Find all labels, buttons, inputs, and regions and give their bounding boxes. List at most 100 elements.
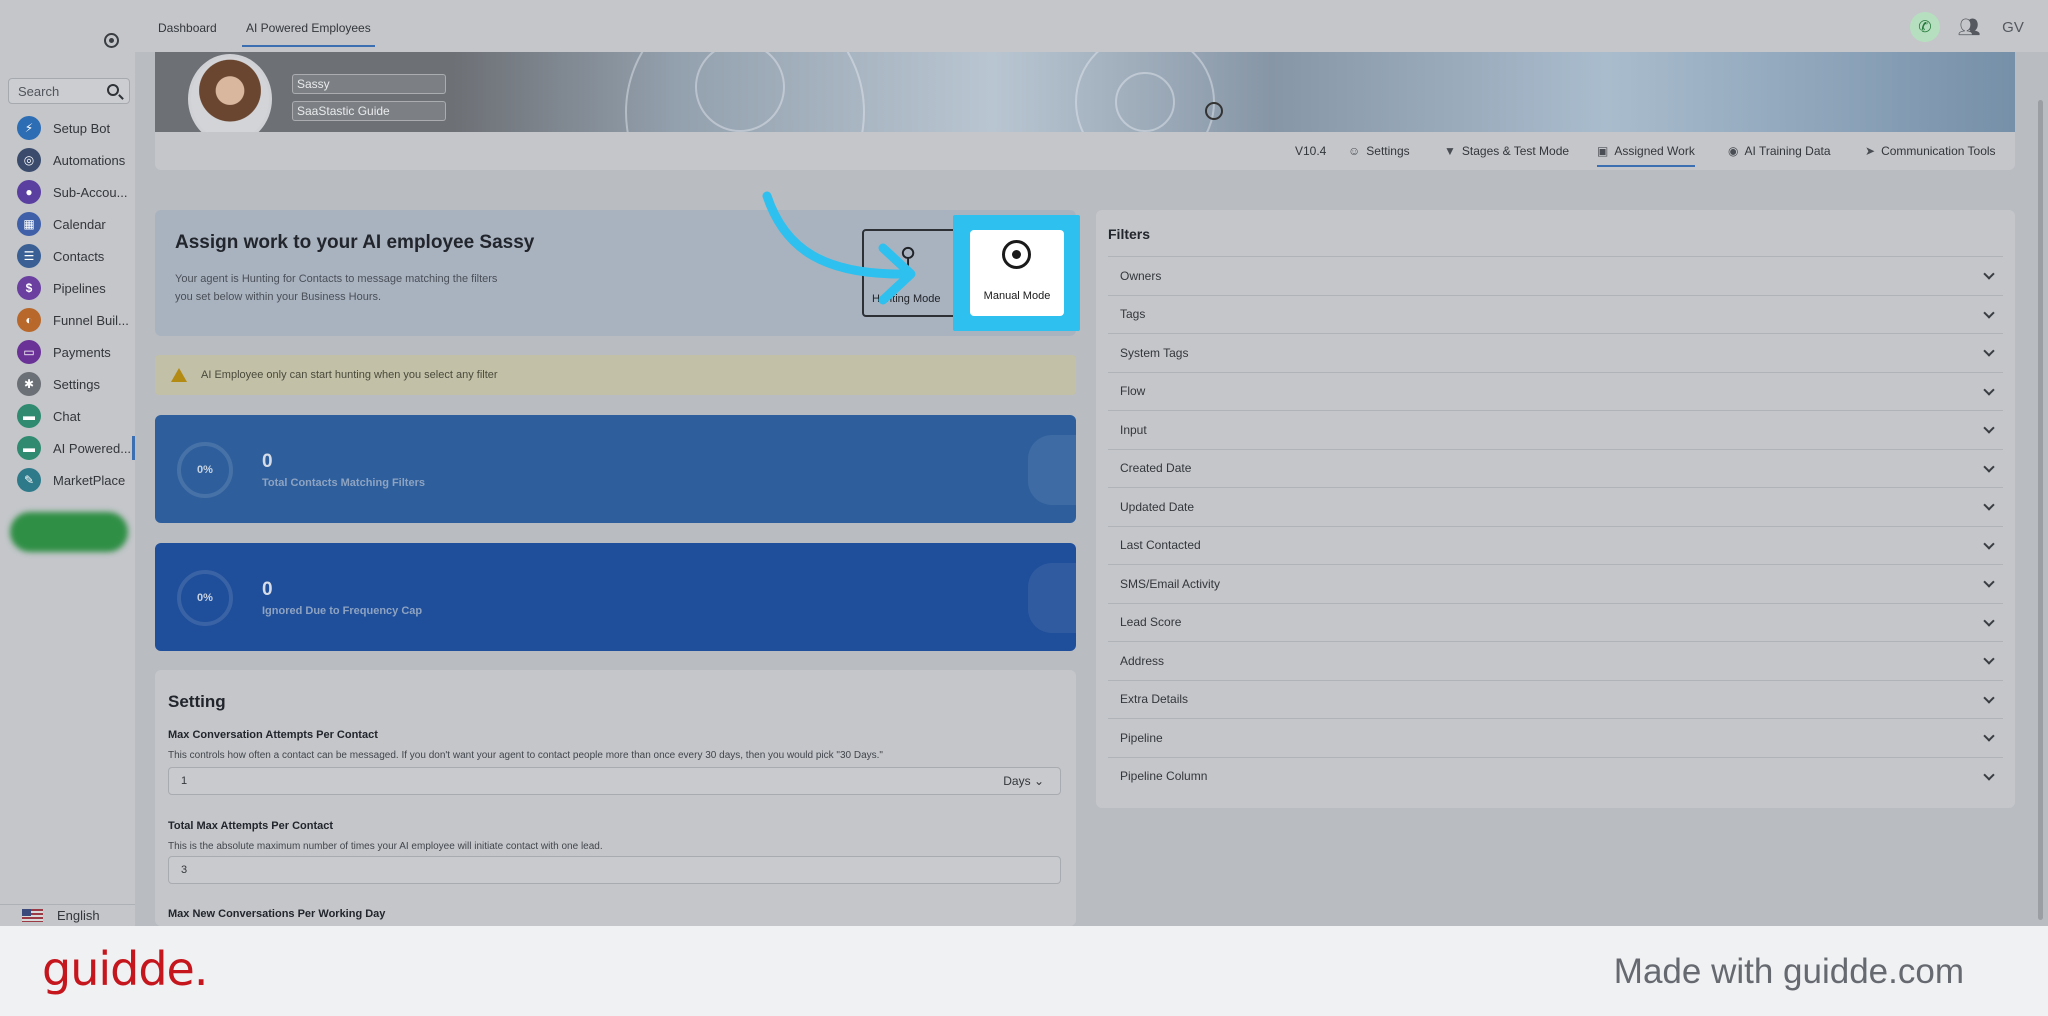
assign-work-card: Assign work to your AI employee Sassy Yo… [155, 210, 1076, 336]
filter-row[interactable]: Extra Details [1108, 679, 2003, 719]
filter-row[interactable]: Address [1108, 641, 2003, 680]
sidebar-item-setup-bot[interactable]: ⚡ Setup Bot [0, 112, 135, 144]
filter-label: Address [1120, 653, 1165, 668]
tab-ai-powered-employees[interactable]: AI Powered Employees [242, 21, 375, 47]
top-bar: Dashboard AI Powered Employees ✆ 👥︎ GV [135, 0, 2048, 52]
avatar[interactable]: GV [1998, 12, 2028, 42]
chevron-down-icon[interactable] [1983, 691, 1995, 704]
chevron-down-icon[interactable] [1983, 730, 1995, 742]
chevron-down-icon[interactable] [1983, 537, 1995, 550]
tab-ai-training-data[interactable]: ◉ AI Training Data [1728, 144, 1831, 158]
calendar-icon: ▦ [17, 212, 41, 236]
chevron-down-icon[interactable] [1983, 614, 1995, 627]
filter-row[interactable]: Created Date [1108, 448, 2003, 488]
chevron-down-icon[interactable] [1983, 383, 1995, 396]
filter-row[interactable]: Flow [1108, 371, 2003, 411]
automation-icon: ◎ [17, 148, 41, 172]
max-conversation-attempts-input[interactable]: 1 Days ⌄ [168, 767, 1061, 795]
chevron-down-icon[interactable] [1983, 422, 1995, 434]
filter-list: Owners Tags System Tags Flow Input Created Da… [1108, 256, 2003, 795]
radio-icon[interactable] [104, 33, 119, 48]
page-scrollbar[interactable] [2038, 100, 2043, 920]
stat-caption: Total Contacts Matching Filters [262, 477, 425, 489]
hunting-warning: AI Employee only can start hunting when … [155, 355, 1076, 395]
sidebar-item-label: Calendar [53, 216, 106, 232]
sidebar-item-ai-powered[interactable]: ▬ AI Powered... [0, 432, 135, 464]
sidebar-item-calendar[interactable]: ▦ Calendar [0, 208, 135, 240]
search-icon[interactable] [107, 84, 119, 96]
sidebar-item-payments[interactable]: ▭ Payments [0, 336, 135, 368]
sidebar-item-pipelines[interactable]: $ Pipelines [0, 272, 135, 304]
filter-label: Extra Details [1120, 692, 1189, 707]
chevron-down-icon[interactable] [1983, 768, 1995, 781]
language-label: English [57, 908, 100, 923]
filter-row[interactable]: Updated Date [1108, 487, 2003, 526]
filter-label: SMS/Email Activity [1120, 576, 1221, 591]
filter-row[interactable]: Owners [1108, 256, 2003, 295]
sidebar-item-label: Sub-Accou... [53, 184, 128, 200]
blurred-action-button[interactable] [10, 512, 128, 552]
percent-ring: 0% [177, 442, 233, 498]
sidebar-item-label: Chat [53, 408, 81, 424]
chevron-down-icon[interactable] [1983, 460, 1995, 473]
chevron-down-icon[interactable] [1983, 499, 1995, 511]
employee-name-field[interactable]: Sassy [292, 74, 446, 94]
made-with-text: Made with guidde.com [1613, 952, 1964, 991]
chevron-down-icon[interactable] [1983, 576, 1995, 588]
percent-ring: 0% [177, 570, 233, 626]
sidebar-item-funnel-buil[interactable]: ◐ Funnel Buil... [0, 304, 135, 336]
chevron-down-icon[interactable] [1983, 653, 1995, 665]
days-unit-select[interactable]: Days ⌄ [1003, 768, 1044, 794]
manual-mode-button[interactable]: Manual Mode [970, 230, 1064, 316]
employee-company-field[interactable]: SaaStastic Guide [292, 101, 446, 121]
sidebar-item-label: Payments [53, 344, 111, 360]
chevron-down-icon[interactable] [1983, 306, 1995, 319]
sidebar-item-label: Setup Bot [53, 120, 111, 136]
chevron-down-icon[interactable] [1983, 345, 1995, 357]
filter-label: Input [1120, 422, 1147, 437]
field-label: Max New Conversations Per Working Day [168, 908, 386, 920]
tab-settings[interactable]: ☺ Settings [1348, 144, 1410, 158]
sidebar-item-label: Pipelines [53, 280, 106, 296]
filter-row[interactable]: Input [1108, 410, 2003, 449]
chevron-down-icon[interactable] [1983, 268, 1995, 280]
sidebar-item-label: Automations [53, 152, 126, 168]
filter-label: Tags [1120, 307, 1146, 322]
users-icon[interactable]: 👥︎ [1954, 12, 1984, 42]
filter-row[interactable]: Last Contacted [1108, 525, 2003, 565]
tab-assigned-work[interactable]: ▣ Assigned Work [1597, 144, 1695, 167]
stat-card-total-contacts: 0% 0 Total Contacts Matching Filters [155, 415, 1076, 523]
filter-row[interactable]: SMS/Email Activity [1108, 564, 2003, 603]
sidebar-item-sub-accou[interactable]: ● Sub-Accou... [0, 176, 135, 208]
sidebar-item-label: Contacts [53, 248, 105, 264]
sidebar-item-chat[interactable]: ▬ Chat [0, 400, 135, 432]
search-placeholder: Search [18, 83, 60, 99]
payments-icon: ▭ [17, 340, 41, 364]
guide-arrow [762, 191, 916, 305]
filter-row[interactable]: Tags [1108, 294, 2003, 334]
filters-title: Filters [1108, 226, 1151, 242]
stat-value: 0 [262, 451, 273, 472]
sidebar-item-automations[interactable]: ◎ Automations [0, 144, 135, 176]
phone-icon[interactable]: ✆ [1910, 12, 1940, 42]
filter-row[interactable]: Lead Score [1108, 602, 2003, 642]
filter-row[interactable]: System Tags [1108, 333, 2003, 372]
tab-dashboard[interactable]: Dashboard [158, 21, 217, 35]
sidebar-item-marketplace[interactable]: ✎ MarketPlace [0, 464, 135, 496]
contacts-decor-icon [1028, 435, 1076, 505]
field-value: 1 [181, 775, 188, 787]
sidebar-item-settings[interactable]: ✱ Settings [0, 368, 135, 400]
language-selector[interactable]: English [0, 904, 135, 926]
search-input[interactable]: Search [8, 78, 130, 104]
contacts-icon: ☰ [17, 244, 41, 268]
ai-chat-icon: ▬ [17, 436, 41, 460]
field-label: Total Max Attempts Per Contact [168, 820, 334, 832]
tab-stages-test-mode[interactable]: ▼ Stages & Test Mode [1444, 144, 1569, 158]
filter-row[interactable]: Pipeline Column [1108, 756, 2003, 796]
tab-communication-tools[interactable]: ➤ Communication Tools [1865, 144, 1996, 158]
filter-label: Pipeline [1120, 730, 1163, 745]
total-max-attempts-input[interactable]: 3 [168, 856, 1061, 884]
filter-row[interactable]: Pipeline [1108, 718, 2003, 757]
sidebar-item-contacts[interactable]: ☰ Contacts [0, 240, 135, 272]
radio-target-icon [1002, 240, 1031, 269]
